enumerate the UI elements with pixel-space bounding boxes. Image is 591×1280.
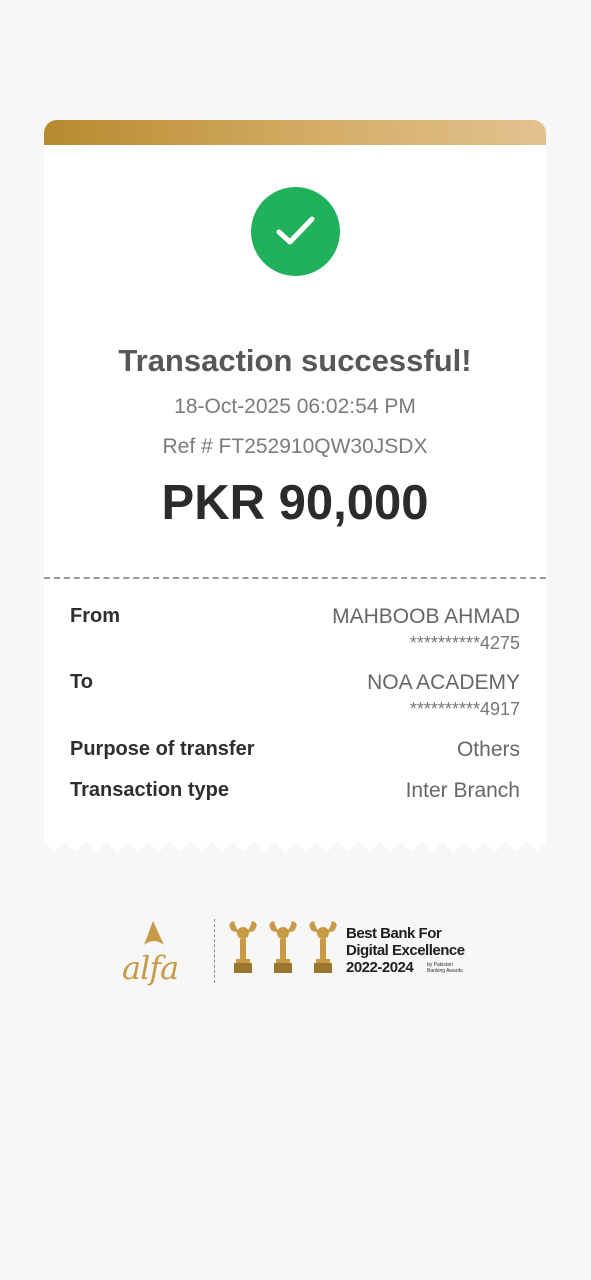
transaction-status-title: Transaction successful! <box>118 343 472 378</box>
transaction-datetime: 18-Oct-2025 06:02:54 PM <box>174 395 416 418</box>
footer-divider <box>214 919 215 983</box>
purpose-label: Purpose of transfer <box>70 738 255 760</box>
to-label: To <box>70 671 93 693</box>
award-source-line-2: Banking Awards <box>427 968 463 974</box>
alfa-logo-text: alfa <box>122 949 179 987</box>
receipt-card: Transaction successful! 18-Oct-2025 06:0… <box>44 120 546 854</box>
transaction-type-label: Transaction type <box>70 779 229 801</box>
footer-branding: alfa Best Bank For Digital Excellence 20… <box>120 915 480 987</box>
to-name: NOA ACADEMY <box>367 671 520 694</box>
from-name: MAHBOOB AHMAD <box>332 605 520 628</box>
receipt-summary: Transaction successful! 18-Oct-2025 06:0… <box>44 145 546 577</box>
transaction-type-value: Inter Branch <box>405 779 520 802</box>
success-check-icon <box>251 187 340 276</box>
purpose-value: Others <box>456 738 520 761</box>
receipt-zigzag-edge <box>44 842 546 854</box>
from-label: From <box>70 605 120 627</box>
award-line-1: Best Bank For <box>346 925 442 942</box>
award-line-2: Digital Excellence <box>346 942 465 959</box>
transaction-receipt-screen: Transaction successful! 18-Oct-2025 06:0… <box>0 0 591 1280</box>
transaction-amount: PKR 90,000 <box>161 476 429 530</box>
receipt-details: From MAHBOOB AHMAD **********4275 To NOA… <box>44 579 546 854</box>
from-account: **********4275 <box>409 633 520 653</box>
trophy-icon <box>229 921 337 973</box>
award-source: by Pakistan Banking Awards <box>427 962 477 974</box>
transaction-reference: Ref # FT252910QW30JSDX <box>162 435 428 458</box>
to-account: **********4917 <box>409 699 520 719</box>
receipt-header-strip <box>44 120 546 145</box>
award-text: Best Bank For Digital Excellence 2022-20… <box>346 925 465 976</box>
